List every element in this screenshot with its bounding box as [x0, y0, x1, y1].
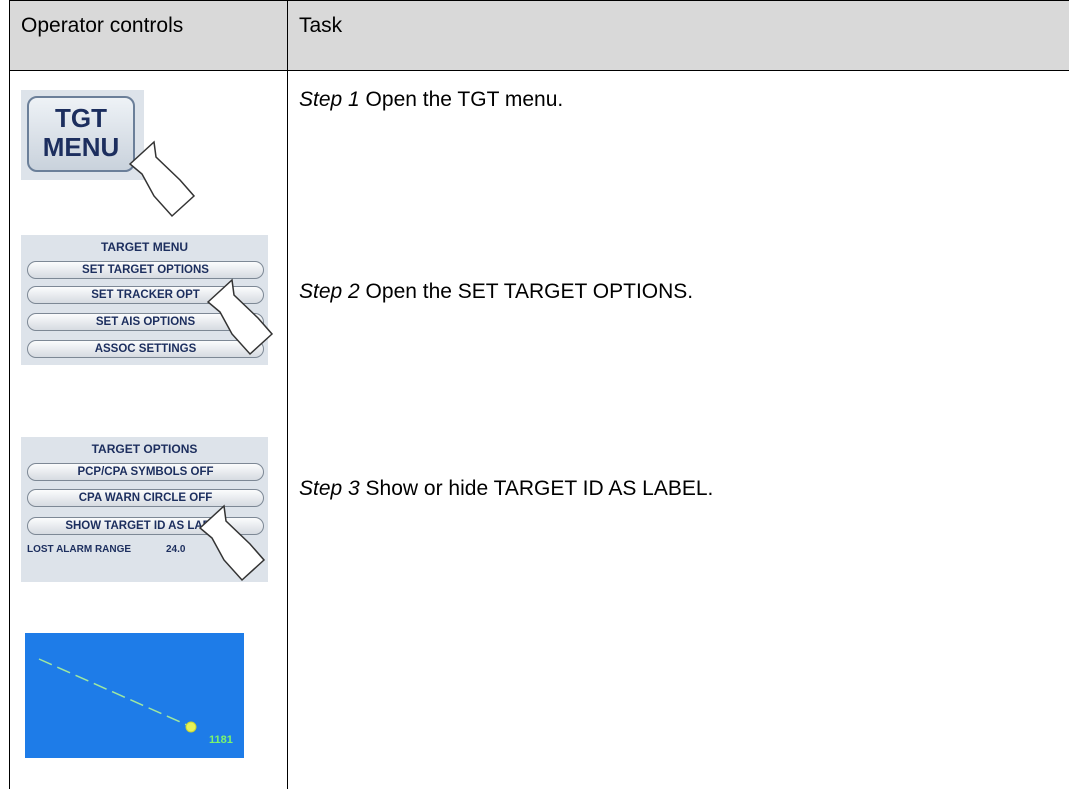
radar-display: 1181 — [25, 633, 244, 758]
pointer-hand-icon — [128, 140, 196, 218]
target-id-label: 1181 — [209, 734, 233, 746]
tgt-button-line2: MENU — [42, 132, 120, 162]
table-top-border — [9, 0, 1069, 1]
tgt-button-line1: TGT — [55, 103, 107, 133]
header-bottom-border — [9, 70, 1069, 71]
header-task: Task — [299, 14, 343, 37]
step-1-text: Open the TGT menu. — [359, 88, 564, 111]
step-3-text: Show or hide TARGET ID AS LABEL. — [359, 477, 714, 500]
step-3: Step 3 Show or hide TARGET ID AS LABEL. — [299, 477, 713, 501]
step-3-label: Step 3 — [299, 477, 360, 500]
target-menu-title: TARGET MENU — [100, 240, 189, 254]
table-left-border — [9, 0, 10, 789]
step-2-text: Open the SET TARGET OPTIONS. — [359, 280, 694, 303]
step-1: Step 1 Open the TGT menu. — [299, 88, 563, 112]
lost-alarm-range-value: 24.0 — [166, 544, 186, 555]
pointer-hand-icon — [206, 278, 274, 356]
target-symbol-icon — [185, 721, 197, 733]
step-2-label: Step 2 — [299, 280, 360, 303]
header-operator-controls: Operator controls — [21, 14, 184, 37]
column-divider — [287, 0, 288, 789]
pointer-hand-icon — [198, 504, 266, 582]
step-1-label: Step 1 — [299, 88, 360, 111]
tgt-menu-button[interactable]: TGT MENU — [27, 96, 135, 172]
step-2: Step 2 Open the SET TARGET OPTIONS. — [299, 280, 693, 304]
lost-alarm-range-label: LOST ALARM RANGE — [27, 544, 132, 555]
target-options-title: TARGET OPTIONS — [91, 442, 198, 456]
option-pcp-cpa-symbols[interactable]: PCP/CPA SYMBOLS OFF — [27, 463, 264, 481]
